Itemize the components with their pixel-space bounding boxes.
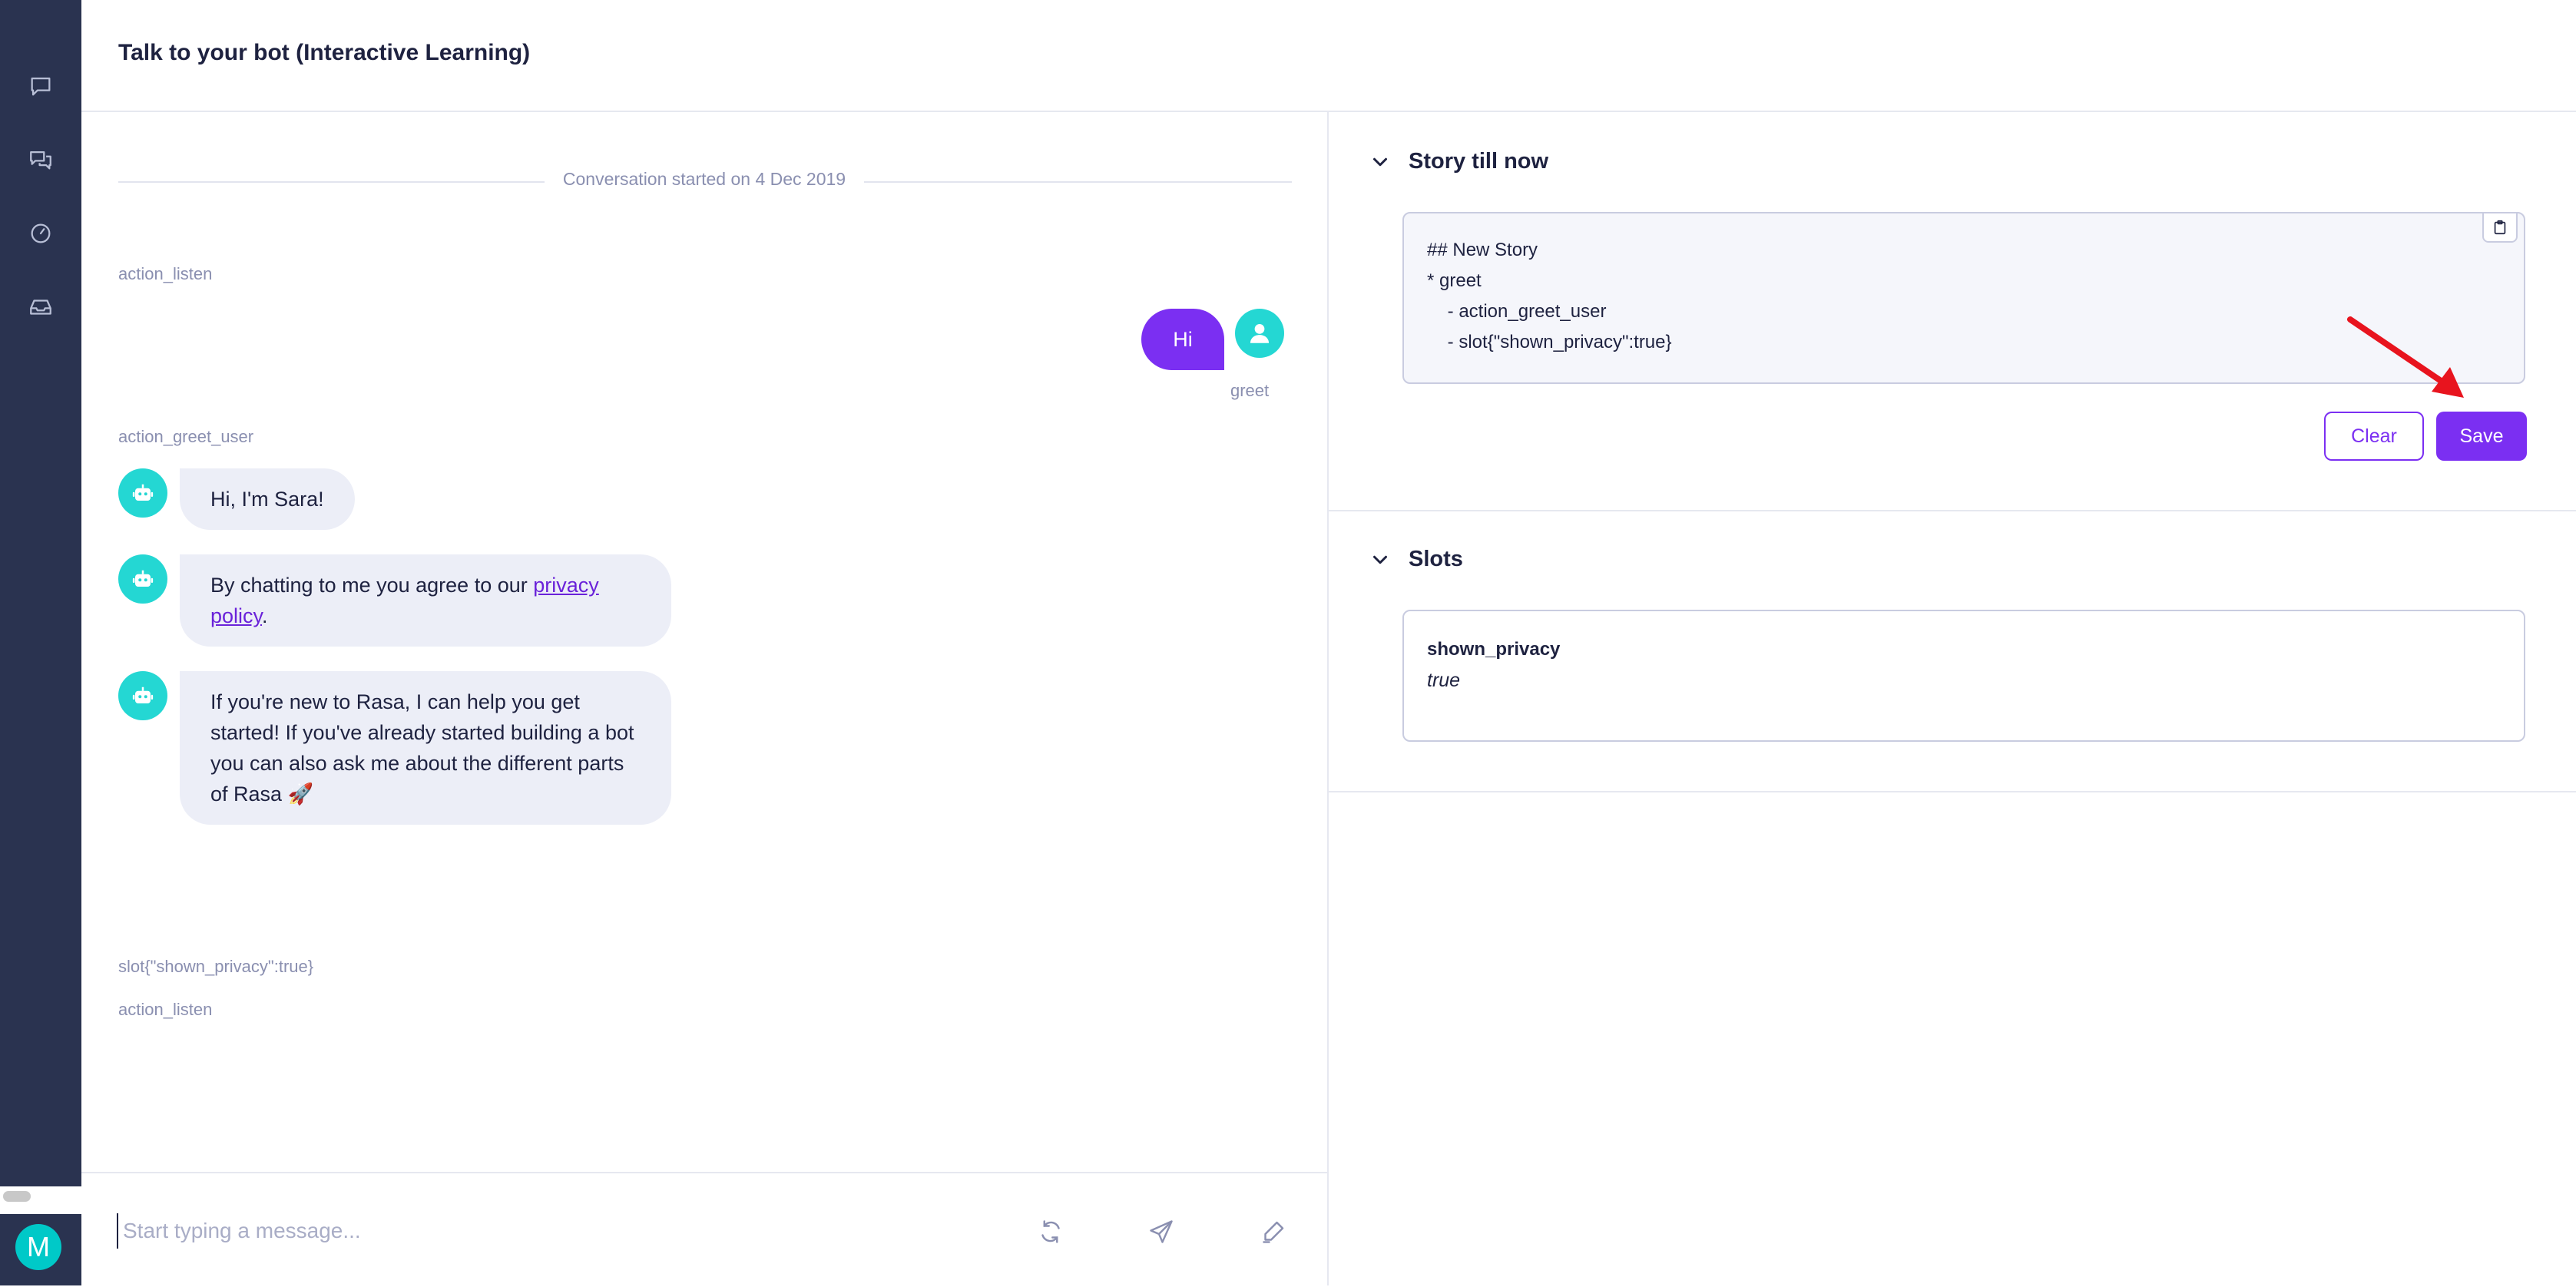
robot-icon	[132, 687, 154, 703]
refresh-icon	[1041, 1220, 1060, 1243]
action-greet-user-event: action_greet_user	[118, 427, 254, 446]
send-icon	[1150, 1220, 1173, 1243]
bot-avatar	[118, 468, 167, 518]
slot-card: shown_privacy true	[1402, 610, 2525, 742]
sidebar-item-conversations[interactable]	[22, 141, 59, 178]
restart-button[interactable]	[1032, 1213, 1069, 1250]
scroll-thumb[interactable]	[3, 1191, 31, 1202]
dashboard-gauge-icon	[31, 223, 51, 243]
annotation-arrow-icon	[2347, 316, 2464, 398]
action-listen-event: action_listen	[118, 1000, 213, 1019]
section-divider	[1329, 510, 2576, 511]
user-message-bubble: Hi	[1141, 309, 1224, 370]
save-button[interactable]: Save	[2436, 412, 2527, 461]
section-divider	[1329, 791, 2576, 792]
user-intent-label: greet	[1230, 381, 1270, 400]
story-line: * greet	[1427, 270, 1482, 291]
story-line: - slot{"shown_privacy":true}	[1427, 332, 1672, 352]
action-listen-event: action_listen	[118, 264, 213, 283]
chevron-down-icon[interactable]	[1369, 548, 1392, 571]
user-initial: M	[27, 1231, 50, 1262]
clipboard-icon	[2494, 220, 2506, 235]
sidebar-item-inbox[interactable]	[22, 289, 59, 326]
inbox-icon	[30, 299, 51, 315]
message-composer	[81, 1172, 1327, 1287]
chat-pane: Conversation started on 4 Dec 2019 actio…	[81, 112, 1329, 1287]
sidebar-item-dashboard[interactable]	[22, 215, 59, 252]
conversations-icon	[30, 151, 51, 170]
message-input[interactable]	[117, 1213, 1008, 1249]
bot-message-bubble: If you're new to Rasa, I can help you ge…	[180, 671, 671, 825]
story-line: - action_greet_user	[1427, 301, 1607, 322]
highlight-button[interactable]	[1255, 1213, 1292, 1250]
page-header: Talk to your bot (Interactive Learning)	[81, 0, 2576, 112]
bot-message-bubble: By chatting to me you agree to our priva…	[180, 554, 671, 647]
chevron-down-icon[interactable]	[1369, 151, 1392, 174]
slot-event: slot{"shown_privacy":true}	[118, 957, 314, 976]
robot-icon	[132, 484, 154, 501]
send-button[interactable]	[1143, 1213, 1180, 1250]
copy-story-button[interactable]	[2482, 213, 2518, 243]
person-icon	[1250, 323, 1270, 343]
bot-message-bubble: Hi, I'm Sara!	[180, 468, 355, 530]
story-panel: Story till now ## New Story * greet - ac…	[1329, 112, 2576, 1285]
bot-avatar	[118, 671, 167, 720]
robot-icon	[132, 570, 154, 587]
clear-button[interactable]: Clear	[2324, 412, 2424, 461]
user-avatar-menu[interactable]: M	[15, 1224, 61, 1270]
page-title: Talk to your bot (Interactive Learning)	[118, 40, 531, 65]
sidebar: M	[0, 0, 81, 1285]
conversation-started-label: Conversation started on 4 Dec 2019	[81, 169, 1327, 190]
user-avatar	[1235, 309, 1284, 358]
slot-name: shown_privacy	[1427, 639, 1561, 660]
bot-avatar	[118, 554, 167, 604]
slot-value: true	[1427, 670, 1461, 691]
sidebar-item-chat[interactable]	[22, 68, 59, 104]
pen-icon	[1263, 1221, 1284, 1243]
story-section-title: Story till now	[1409, 149, 1549, 174]
chat-bubble-icon	[31, 77, 51, 96]
sidebar-scrollbar[interactable]	[0, 1186, 81, 1214]
slots-section-title: Slots	[1409, 547, 1463, 571]
story-line: ## New Story	[1427, 240, 1538, 260]
